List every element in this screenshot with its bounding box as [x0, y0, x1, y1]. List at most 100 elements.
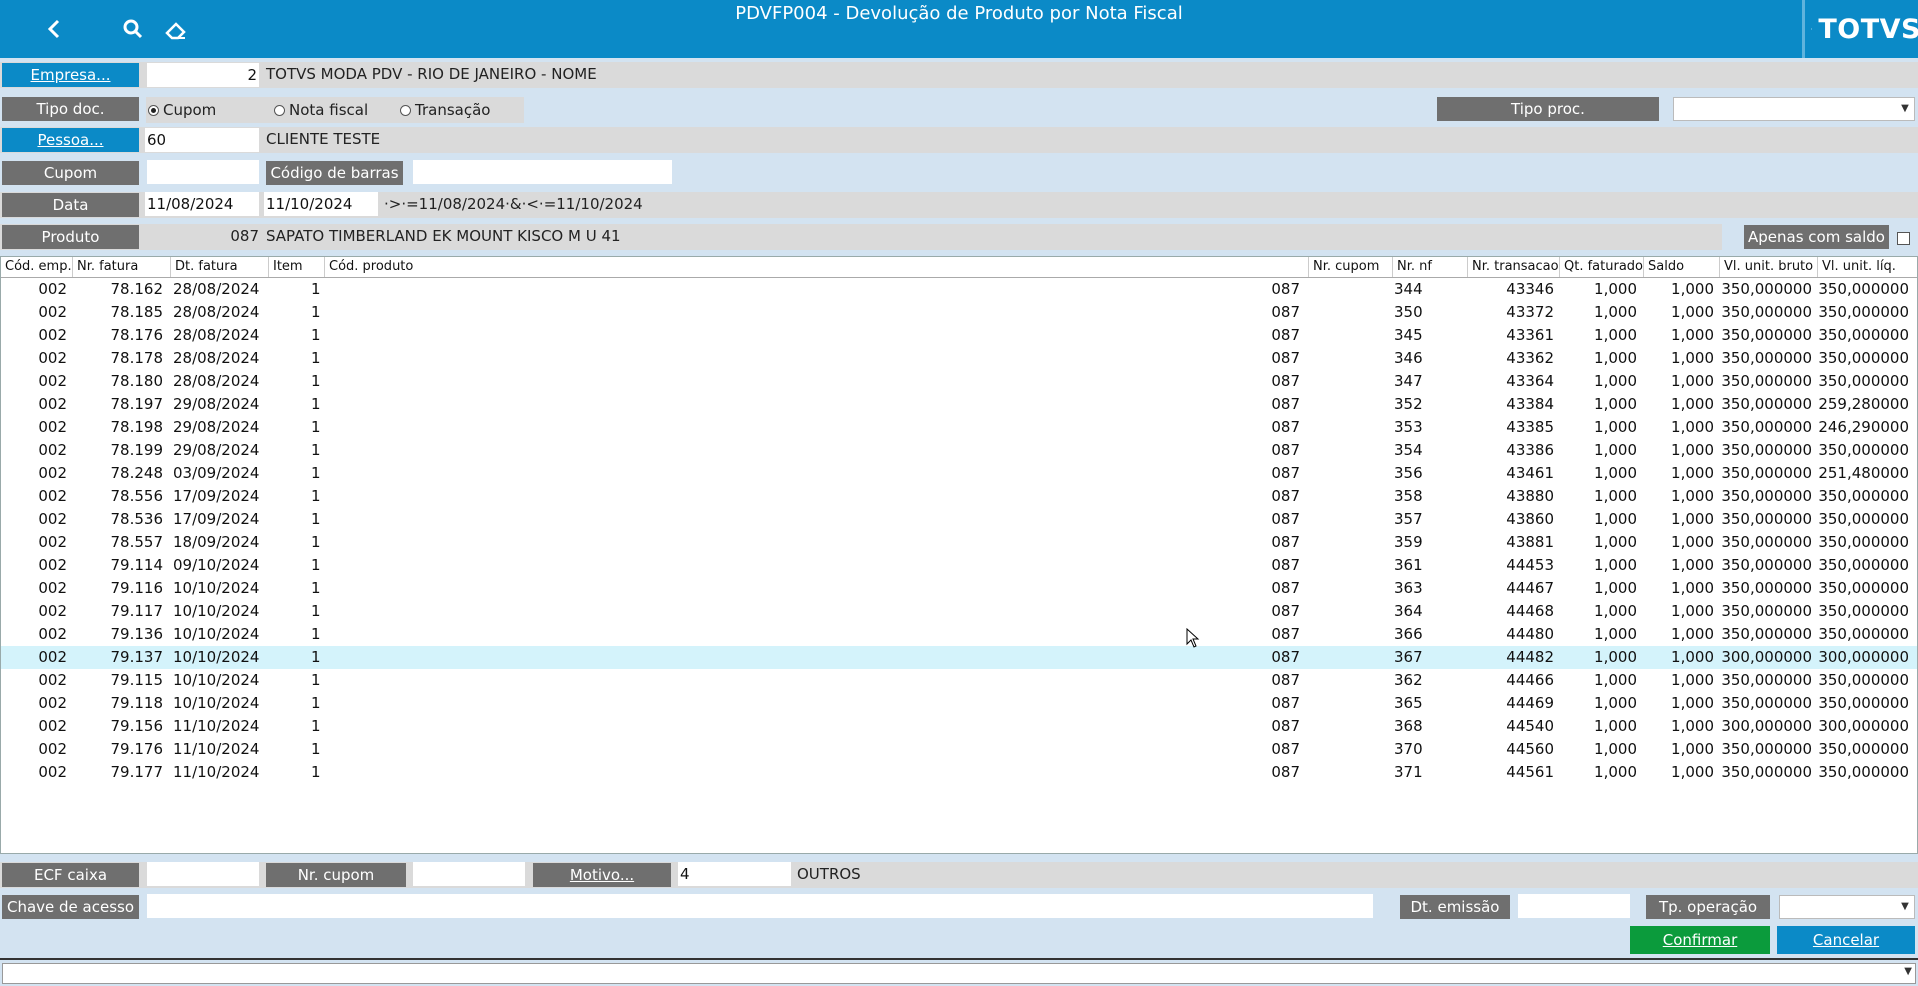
table-cell: 350,000000 — [1721, 602, 1812, 620]
column-header[interactable]: Nr. cupom — [1309, 257, 1393, 277]
column-header[interactable]: Nr. transacao — [1468, 257, 1560, 277]
tipo-doc-label: Tipo doc. — [2, 97, 139, 121]
table-cell: 359 — [1394, 533, 1423, 551]
table-cell: 43361 — [1506, 326, 1554, 344]
invoice-table[interactable]: Cód. emp. Nr. fatura Dt. fatura Item Cód. pr… — [0, 256, 1918, 854]
table-cell: 087 — [1271, 326, 1300, 344]
column-header[interactable]: Saldo — [1644, 257, 1720, 277]
table-row[interactable]: 002 78.176 28/08/2024 1 087 345 43361 1,000 1,00… — [1, 324, 1917, 347]
table-row[interactable]: 002 78.162 28/08/2024 1 087 344 43346 1,000 1,00… — [1, 278, 1917, 301]
pessoa-name: CLIENTE TESTE — [266, 130, 381, 148]
status-select[interactable]: ▼ — [2, 963, 1916, 984]
table-row[interactable]: 002 78.536 17/09/2024 1 087 357 43860 1,000 1,00… — [1, 508, 1917, 531]
table-row[interactable]: 002 79.115 10/10/2024 1 087 362 44466 1,000 1,00… — [1, 669, 1917, 692]
table-row[interactable]: 002 79.118 10/10/2024 1 087 365 44469 1,000 1,00… — [1, 692, 1917, 715]
table-cell: 79.116 — [110, 579, 164, 597]
table-cell: 350,000000 — [1721, 556, 1812, 574]
table-cell: 350,000000 — [1721, 671, 1812, 689]
nr-cupom-field[interactable] — [413, 862, 525, 886]
tp-operacao-select[interactable]: ▼ — [1779, 895, 1915, 919]
column-header[interactable]: Cód. emp. — [1, 257, 73, 277]
table-row[interactable]: 002 79.137 10/10/2024 1 087 367 44482 1,000 1,00… — [1, 646, 1917, 669]
table-cell: 78.198 — [110, 418, 164, 436]
table-cell: 79.114 — [110, 556, 164, 574]
pessoa-code-field[interactable]: 60 — [145, 128, 259, 152]
table-cell: 44482 — [1506, 648, 1554, 666]
dt-emissao-field[interactable] — [1518, 894, 1630, 918]
table-cell: 78.557 — [110, 533, 164, 551]
table-row[interactable]: 002 79.117 10/10/2024 1 087 364 44468 1,000 1,00… — [1, 600, 1917, 623]
column-header[interactable]: Nr. nf — [1393, 257, 1468, 277]
table-row[interactable]: 002 78.180 28/08/2024 1 087 347 43364 1,000 1,00… — [1, 370, 1917, 393]
table-cell: 79.177 — [110, 763, 164, 781]
motivo-lookup-button[interactable]: Motivo... — [533, 863, 671, 887]
table-row[interactable]: 002 79.114 09/10/2024 1 087 361 44453 1,000 1,00… — [1, 554, 1917, 577]
radio-nota-fiscal-label: Nota fiscal — [289, 101, 369, 119]
table-cell: 350,000000 — [1818, 556, 1909, 574]
table-cell: 350,000000 — [1818, 372, 1909, 390]
table-cell: 1,000 — [1594, 280, 1637, 298]
column-header[interactable]: Cód. produto — [325, 257, 1309, 277]
table-row[interactable]: 002 79.177 11/10/2024 1 087 371 44561 1,000 1,00… — [1, 761, 1917, 784]
data-to-field[interactable]: 11/10/2024 — [264, 192, 378, 216]
table-cell: 087 — [1271, 280, 1300, 298]
table-row[interactable]: 002 79.176 11/10/2024 1 087 370 44560 1,000 1,00… — [1, 738, 1917, 761]
table-cell: 361 — [1394, 556, 1423, 574]
table-cell: 78.556 — [110, 487, 164, 505]
cupom-label: Cupom — [2, 161, 139, 185]
table-cell: 350,000000 — [1818, 326, 1909, 344]
radio-nota-fiscal-icon — [274, 105, 285, 116]
table-cell: 1,000 — [1594, 740, 1637, 758]
table-cell: 087 — [1271, 717, 1300, 735]
table-row[interactable]: 002 79.116 10/10/2024 1 087 363 44467 1,000 1,00… — [1, 577, 1917, 600]
apenas-saldo-checkbox[interactable] — [1897, 232, 1910, 245]
table-cell: 10/10/2024 — [173, 579, 260, 597]
table-row[interactable]: 002 78.556 17/09/2024 1 087 358 43880 1,000 1,00… — [1, 485, 1917, 508]
empresa-lookup-button[interactable]: Empresa... — [2, 63, 139, 87]
table-cell: 002 — [38, 418, 67, 436]
table-cell: 087 — [1271, 579, 1300, 597]
table-row[interactable]: 002 78.199 29/08/2024 1 087 354 43386 1,000 1,00… — [1, 439, 1917, 462]
column-header[interactable]: Dt. fatura — [171, 257, 269, 277]
table-cell: 002 — [38, 349, 67, 367]
pessoa-lookup-button[interactable]: Pessoa... — [2, 128, 139, 152]
barcode-field[interactable] — [413, 160, 672, 184]
chave-acesso-field[interactable] — [147, 894, 1373, 918]
table-cell: 350,000000 — [1721, 694, 1812, 712]
radio-transacao[interactable]: Transação — [400, 98, 490, 122]
table-row[interactable]: 002 79.136 10/10/2024 1 087 366 44480 1,000 1,00… — [1, 623, 1917, 646]
table-row[interactable]: 002 78.197 29/08/2024 1 087 352 43384 1,000 1,00… — [1, 393, 1917, 416]
table-row[interactable]: 002 79.156 11/10/2024 1 087 368 44540 1,000 1,00… — [1, 715, 1917, 738]
column-header[interactable]: Vl. unit. bruto — [1720, 257, 1818, 277]
table-cell: 03/09/2024 — [173, 464, 260, 482]
tipo-proc-select[interactable]: ▼ — [1673, 97, 1915, 121]
table-cell: 366 — [1394, 625, 1423, 643]
cancel-button[interactable]: Cancelar — [1777, 926, 1915, 954]
table-cell: 087 — [1271, 303, 1300, 321]
cupom-field[interactable] — [147, 160, 259, 184]
table-row[interactable]: 002 78.248 03/09/2024 1 087 356 43461 1,000 1,00… — [1, 462, 1917, 485]
table-cell: 350,000000 — [1721, 625, 1812, 643]
table-cell: 087 — [1271, 533, 1300, 551]
data-from-field[interactable]: 11/08/2024 — [145, 192, 259, 216]
ecf-caixa-field[interactable] — [147, 862, 259, 886]
column-header[interactable]: Nr. fatura — [73, 257, 171, 277]
table-row[interactable]: 002 78.557 18/09/2024 1 087 359 43881 1,000 1,00… — [1, 531, 1917, 554]
radio-nota-fiscal[interactable]: Nota fiscal — [274, 98, 368, 122]
table-row[interactable]: 002 78.185 28/08/2024 1 087 350 43372 1,000 1,00… — [1, 301, 1917, 324]
table-cell: 29/08/2024 — [173, 441, 260, 459]
table-cell: 44480 — [1506, 625, 1554, 643]
column-header[interactable]: Vl. unit. líq. — [1818, 257, 1917, 277]
table-row[interactable]: 002 78.198 29/08/2024 1 087 353 43385 1,000 1,00… — [1, 416, 1917, 439]
table-cell: 1,000 — [1671, 487, 1714, 505]
empresa-code-field[interactable]: 2 — [147, 63, 259, 87]
motivo-code-field[interactable]: 4 — [678, 862, 791, 886]
table-row[interactable]: 002 78.178 28/08/2024 1 087 346 43362 1,000 1,00… — [1, 347, 1917, 370]
radio-cupom[interactable]: Cupom — [148, 98, 216, 122]
column-header[interactable]: Item — [269, 257, 325, 277]
column-header[interactable]: Qt. faturado — [1560, 257, 1644, 277]
table-cell: 1,000 — [1594, 395, 1637, 413]
table-cell: 300,000000 — [1721, 717, 1812, 735]
confirm-button[interactable]: Confirmar — [1630, 926, 1770, 954]
barcode-label: Código de barras — [266, 161, 403, 185]
